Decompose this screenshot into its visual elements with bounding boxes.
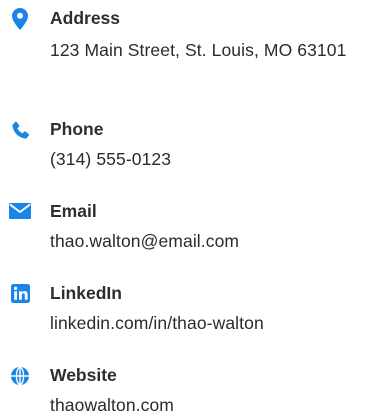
website-label: Website [50,365,117,385]
website-link[interactable]: thaowalton.com [50,392,370,418]
phone-icon [8,120,32,142]
linkedin-icon [8,282,32,304]
address-label: Address [50,8,121,28]
globe-icon [8,365,32,387]
linkedin-label: LinkedIn [50,283,122,303]
linkedin-link[interactable]: linkedin.com/in/thao-walton [50,310,370,336]
phone-label: Phone [50,119,104,139]
address-value: 123 Main Street, St. Louis, MO 63101 [50,40,347,60]
map-pin-icon [8,8,32,30]
phone-link[interactable]: (314) 555-0123 [50,146,370,172]
email-link[interactable]: thao.walton@email.com [50,228,370,254]
contact-list: Address 123 Main Street, St. Louis, MO 6… [0,0,373,418]
email-label: Email [50,201,97,221]
envelope-icon [8,200,32,222]
